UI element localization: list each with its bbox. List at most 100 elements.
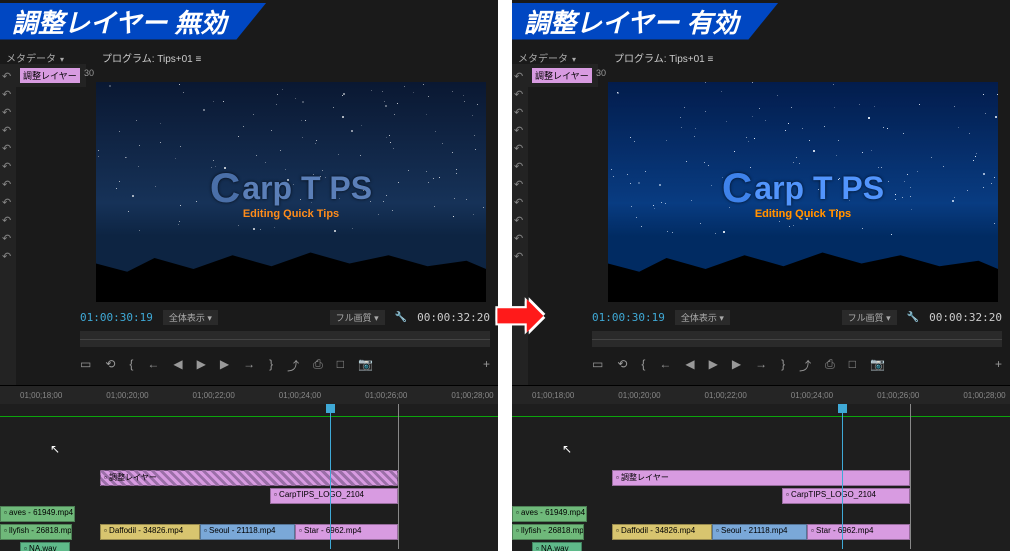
- transport-button[interactable]: {: [129, 357, 133, 374]
- clip-waves[interactable]: ▫ aves - 61949.mp4: [0, 506, 75, 522]
- undo-icon[interactable]: ↶: [2, 106, 14, 118]
- transport-button[interactable]: ▭: [592, 357, 603, 374]
- undo-icon[interactable]: ↶: [514, 214, 526, 226]
- undo-icon[interactable]: ↶: [514, 124, 526, 136]
- playhead[interactable]: [842, 404, 843, 549]
- clip-logo[interactable]: ▫ CarpTIPS_LOGO_2104: [782, 488, 910, 504]
- transport-button[interactable]: ▶: [220, 357, 229, 374]
- clip-daff[interactable]: ▫ Daffodil - 34826.mp4: [100, 524, 200, 540]
- quality-dropdown[interactable]: フル画質 ▾: [330, 310, 385, 325]
- transport-button[interactable]: ⟲: [617, 357, 627, 374]
- adjustment-layer-chip[interactable]: 調整レイヤー: [532, 68, 592, 83]
- transport-button[interactable]: ⎙: [825, 357, 835, 374]
- transport-button[interactable]: →: [243, 357, 255, 374]
- time-ruler[interactable]: 01;00;18;0001;00;20;0001;00;22;0001;00;2…: [512, 386, 1010, 404]
- cursor-icon: ↖: [50, 442, 60, 456]
- wrench-icon[interactable]: 🔧: [395, 312, 407, 323]
- undo-icon[interactable]: ↶: [514, 250, 526, 262]
- transport-button[interactable]: ⎙: [313, 357, 323, 374]
- transport-button[interactable]: 📷: [870, 357, 885, 374]
- add-button[interactable]: +: [483, 357, 490, 374]
- out-point[interactable]: [398, 404, 399, 549]
- zoom-dropdown[interactable]: 全体表示 ▾: [163, 310, 218, 325]
- transport-button[interactable]: 📷: [358, 357, 373, 374]
- undo-icon[interactable]: ↶: [2, 250, 14, 262]
- timeline[interactable]: 01;00;18;0001;00;20;0001;00;22;0001;00;2…: [0, 385, 498, 551]
- program-tab[interactable]: プログラム: Tips+01 ≡: [100, 48, 203, 67]
- timecode-left[interactable]: 01:00:30:19: [80, 311, 153, 324]
- undo-icon[interactable]: ↶: [514, 142, 526, 154]
- transport-button[interactable]: }: [269, 357, 273, 374]
- add-button[interactable]: +: [995, 357, 1002, 374]
- undo-icon[interactable]: ↶: [514, 160, 526, 172]
- clip-jelly[interactable]: ▫ llyfish - 26818.mp4: [512, 524, 584, 540]
- ruler-tick: 01;00;22;00: [193, 391, 235, 400]
- banner-left: 調整レイヤー 無効: [0, 0, 266, 42]
- playhead[interactable]: [330, 404, 331, 549]
- clip-na[interactable]: ▫ NA.wav: [532, 542, 582, 551]
- transport-button[interactable]: {: [641, 357, 645, 374]
- transport-button[interactable]: □: [337, 357, 344, 374]
- undo-icon[interactable]: ↶: [2, 70, 14, 82]
- transport-button[interactable]: ⤴: [287, 357, 299, 374]
- program-tab[interactable]: プログラム: Tips+01 ≡: [612, 48, 715, 67]
- undo-icon[interactable]: ↶: [2, 88, 14, 100]
- undo-icon[interactable]: ↶: [514, 178, 526, 190]
- transport-button[interactable]: ▶: [709, 357, 718, 374]
- transport-button[interactable]: →: [755, 357, 767, 374]
- tracks[interactable]: ↖ ▫ 調整レイヤー ▫ CarpTIPS_LOGO_2104 ▫ aves - 6…: [0, 404, 498, 549]
- zoom-dropdown[interactable]: 全体表示 ▾: [675, 310, 730, 325]
- undo-icon[interactable]: ↶: [2, 232, 14, 244]
- quality-dropdown[interactable]: フル画質 ▾: [842, 310, 897, 325]
- scrub-bar[interactable]: [592, 331, 1002, 347]
- clip-adj[interactable]: ▫ 調整レイヤー: [612, 470, 910, 486]
- transport-button[interactable]: ⤴: [799, 357, 811, 374]
- undo-icon[interactable]: ↶: [514, 88, 526, 100]
- clip-na[interactable]: ▫ NA.wav: [20, 542, 70, 551]
- program-monitor[interactable]: Carp T PS Editing Quick Tips: [608, 82, 998, 302]
- undo-icon[interactable]: ↶: [2, 160, 14, 172]
- wrench-icon[interactable]: 🔧: [907, 312, 919, 323]
- undo-icon[interactable]: ↶: [2, 178, 14, 190]
- undo-icon[interactable]: ↶: [2, 124, 14, 136]
- clip-waves[interactable]: ▫ aves - 61949.mp4: [512, 506, 587, 522]
- transport-button[interactable]: ▭: [80, 357, 91, 374]
- program-monitor[interactable]: Carp T PS Editing Quick Tips: [96, 82, 486, 302]
- effects-col: 調整レイヤー: [528, 64, 598, 87]
- transport-button[interactable]: ▶: [732, 357, 741, 374]
- timecode-left[interactable]: 01:00:30:19: [592, 311, 665, 324]
- transport-button[interactable]: ◀: [173, 357, 182, 374]
- adjustment-layer-chip[interactable]: 調整レイヤー: [20, 68, 80, 83]
- clip-jelly[interactable]: ▫ llyfish - 26818.mp4: [0, 524, 72, 540]
- transport-button[interactable]: ⟲: [105, 357, 115, 374]
- clip-star[interactable]: ▫ Star - 6962.mp4: [807, 524, 910, 540]
- transport-button[interactable]: □: [849, 357, 856, 374]
- undo-icon[interactable]: ↶: [2, 142, 14, 154]
- clip-star[interactable]: ▫ Star - 6962.mp4: [295, 524, 398, 540]
- time-ruler[interactable]: 01;00;18;0001;00;20;0001;00;22;0001;00;2…: [0, 386, 498, 404]
- ruler-tick: 01;00;26;00: [877, 391, 919, 400]
- ruler-tick: 01;00;26;00: [365, 391, 407, 400]
- clip-seoul[interactable]: ▫ Seoul - 21118.mp4: [712, 524, 807, 540]
- panel-disabled: 調整レイヤー 無効 メタデータ▾ プログラム: Tips+01 ≡ ↶↶↶↶↶↶…: [0, 0, 498, 551]
- edit-line: [0, 416, 498, 417]
- undo-icon[interactable]: ↶: [2, 196, 14, 208]
- scrub-bar[interactable]: [80, 331, 490, 347]
- tracks[interactable]: ↖ ▫ 調整レイヤー▫ CarpTIPS_LOGO_2104▫ aves - 6…: [512, 404, 1010, 549]
- undo-icon[interactable]: ↶: [514, 232, 526, 244]
- transport-button[interactable]: }: [781, 357, 785, 374]
- out-point[interactable]: [910, 404, 911, 549]
- transport-button[interactable]: ◀: [685, 357, 694, 374]
- clip-daff[interactable]: ▫ Daffodil - 34826.mp4: [612, 524, 712, 540]
- clip-seoul[interactable]: ▫ Seoul - 21118.mp4: [200, 524, 295, 540]
- undo-icon[interactable]: ↶: [2, 214, 14, 226]
- timeline[interactable]: 01;00;18;0001;00;20;0001;00;22;0001;00;2…: [512, 385, 1010, 551]
- clip-adj[interactable]: ▫ 調整レイヤー: [100, 470, 398, 486]
- undo-icon[interactable]: ↶: [514, 106, 526, 118]
- undo-icon[interactable]: ↶: [514, 196, 526, 208]
- undo-icon[interactable]: ↶: [514, 70, 526, 82]
- transport-button[interactable]: ←: [147, 357, 159, 374]
- transport-button[interactable]: ▶: [197, 357, 206, 374]
- transport-button[interactable]: ←: [659, 357, 671, 374]
- clip-logo[interactable]: ▫ CarpTIPS_LOGO_2104: [270, 488, 398, 504]
